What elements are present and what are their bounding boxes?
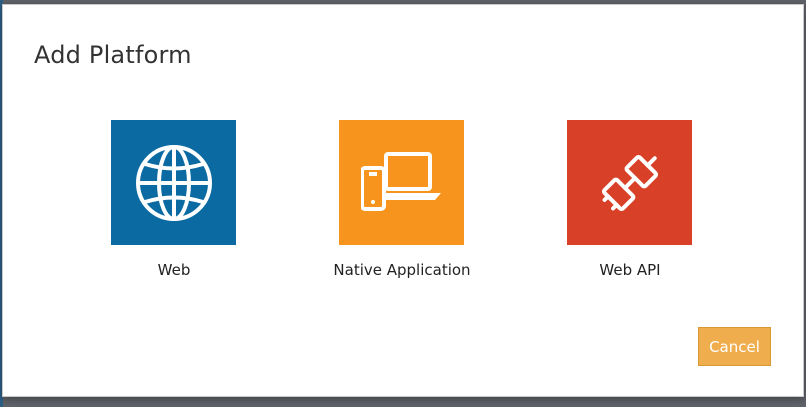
globe-icon: [135, 144, 212, 221]
platform-option-web-api[interactable]: Web API: [540, 120, 720, 290]
platform-label-native-application: Native Application: [333, 261, 471, 279]
native-application-tile[interactable]: [339, 120, 464, 245]
add-platform-dialog: Add Platform Web Native Application Web …: [2, 4, 804, 397]
platform-label-web-api: Web API: [599, 261, 661, 279]
platform-option-web[interactable]: Web: [84, 120, 264, 290]
cancel-button[interactable]: Cancel: [698, 327, 771, 366]
dialog-title: Add Platform: [34, 41, 192, 69]
web-tile[interactable]: [111, 120, 236, 245]
platform-option-native-application[interactable]: Native Application: [312, 120, 492, 290]
devices-icon: [360, 151, 441, 211]
web-api-tile[interactable]: [567, 120, 692, 245]
plug-icon: [601, 154, 658, 211]
platform-label-web: Web: [157, 261, 191, 279]
